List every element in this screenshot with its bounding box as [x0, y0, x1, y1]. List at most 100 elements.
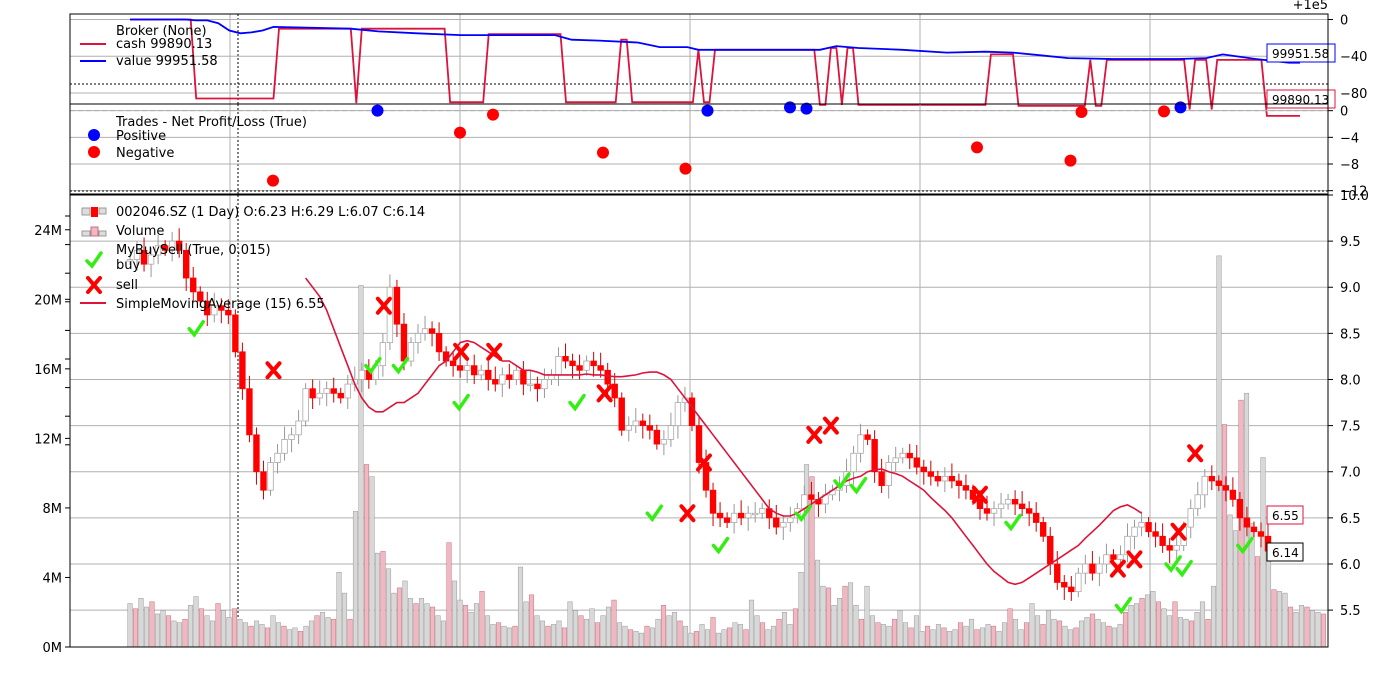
- candle-body: [316, 392, 323, 399]
- volume-bar: [715, 632, 722, 648]
- candle-body: [639, 420, 647, 427]
- candle-body: [414, 332, 422, 343]
- volume-bar: [682, 625, 689, 648]
- volume-bar: [902, 622, 909, 648]
- candle-body: [1236, 499, 1244, 519]
- volume-bar: [732, 622, 738, 648]
- volume-bar: [644, 625, 650, 648]
- price-tick-label: 7.5: [1340, 420, 1361, 435]
- candle-body: [1250, 526, 1258, 533]
- price-tick-label: 8.5: [1340, 327, 1361, 342]
- candle-body: [393, 286, 401, 325]
- volume-bar: [281, 625, 287, 648]
- volume-bar: [726, 627, 733, 648]
- candle-body: [955, 480, 963, 486]
- candle-body: [288, 434, 295, 440]
- buy-marker: [1114, 596, 1133, 615]
- trades-legend-entry: Positive: [116, 129, 166, 144]
- volume-bar: [710, 617, 716, 648]
- candle-body: [309, 388, 316, 399]
- last-value-tag-label: 99951.58: [1272, 47, 1329, 61]
- candle-body: [653, 429, 661, 445]
- volume-bar: [963, 625, 969, 648]
- volume-bar: [413, 603, 419, 648]
- candle-body: [716, 512, 724, 519]
- volume-bar: [666, 615, 672, 648]
- volume-bar: [1029, 603, 1035, 648]
- volume-bar: [748, 599, 755, 648]
- volume-bar: [814, 559, 821, 648]
- candle-body: [976, 499, 984, 510]
- candle-body: [927, 471, 935, 477]
- volume-bar: [1260, 457, 1266, 648]
- candle-body: [449, 360, 457, 367]
- candle-body: [737, 512, 745, 519]
- legend-volume-icon-pink: [90, 226, 99, 237]
- volume-bar: [578, 615, 584, 648]
- volume-bar: [825, 587, 832, 648]
- volume-bar: [1040, 624, 1046, 648]
- candle-body: [1229, 489, 1237, 500]
- candle-body: [302, 388, 309, 422]
- volume-bar: [627, 629, 634, 648]
- volume-bar: [248, 625, 254, 648]
- negative-trade-point: [267, 174, 279, 187]
- candle-body: [899, 452, 906, 459]
- candle-body: [885, 462, 892, 486]
- volume-bar: [869, 615, 876, 648]
- volume-bar: [495, 622, 502, 648]
- volume-bar: [517, 566, 524, 648]
- volume-bar: [506, 627, 513, 648]
- candle-body: [520, 369, 527, 385]
- volume-bar: [952, 629, 958, 648]
- volume-bar: [649, 627, 656, 648]
- broker-legend-entry: value 99951.58: [116, 54, 218, 69]
- price-tick-label: 10.0: [1340, 189, 1369, 204]
- candle-body: [1194, 494, 1201, 510]
- candle-body: [1004, 499, 1012, 505]
- volume-bar: [369, 476, 375, 648]
- volume-bar: [545, 625, 551, 648]
- volume-bar: [336, 571, 342, 648]
- volume-bar: [1298, 605, 1305, 648]
- candle-body: [386, 286, 394, 343]
- price-tick-label: 6.0: [1340, 558, 1361, 573]
- price-panel: 5.5 6.0 6.5 7.0 7.5 8.0 8.5 9.0 9.5 10.0 0M 4M 8M 12M…: [34, 189, 1369, 656]
- volume-tick-label: 8M: [43, 502, 63, 517]
- volume-bar: [985, 624, 991, 648]
- legend-candle-icon: [81, 207, 91, 216]
- volume-bar: [154, 613, 161, 648]
- candle-body: [1103, 554, 1110, 565]
- volume-bar: [572, 610, 579, 648]
- buy-marker: [452, 393, 470, 412]
- volume-bar: [979, 627, 986, 648]
- candle-body: [808, 494, 815, 500]
- volume-bar: [600, 615, 606, 648]
- candle-body: [435, 332, 443, 353]
- candle-body: [513, 369, 520, 380]
- candle-body: [1018, 503, 1026, 510]
- close-last-tag-label: 6.14: [1272, 546, 1299, 560]
- volume-bar: [1216, 255, 1222, 648]
- volume-bar: [270, 615, 276, 648]
- candle-body: [499, 374, 506, 385]
- candle-body: [344, 383, 351, 399]
- candle-body: [527, 383, 534, 387]
- trades-legend-entry: Negative: [116, 146, 174, 161]
- volume-bar: [935, 624, 942, 648]
- candle-body: [232, 314, 239, 353]
- candle-body: [1201, 475, 1208, 496]
- volume-bar: [1023, 622, 1030, 648]
- candle-body: [1054, 563, 1061, 583]
- volume-bar: [1078, 620, 1085, 648]
- candle-body: [583, 360, 590, 371]
- volume-bar: [1067, 629, 1074, 648]
- candle-body: [400, 323, 408, 362]
- candle-body: [934, 475, 942, 482]
- candle-body: [920, 466, 927, 473]
- volume-bar: [1232, 530, 1239, 648]
- price-legend-entry: SimpleMovingAverage (15) 6.55: [116, 297, 325, 312]
- volume-bar: [1315, 611, 1321, 648]
- candle-body: [541, 379, 548, 390]
- volume-bar: [633, 631, 639, 648]
